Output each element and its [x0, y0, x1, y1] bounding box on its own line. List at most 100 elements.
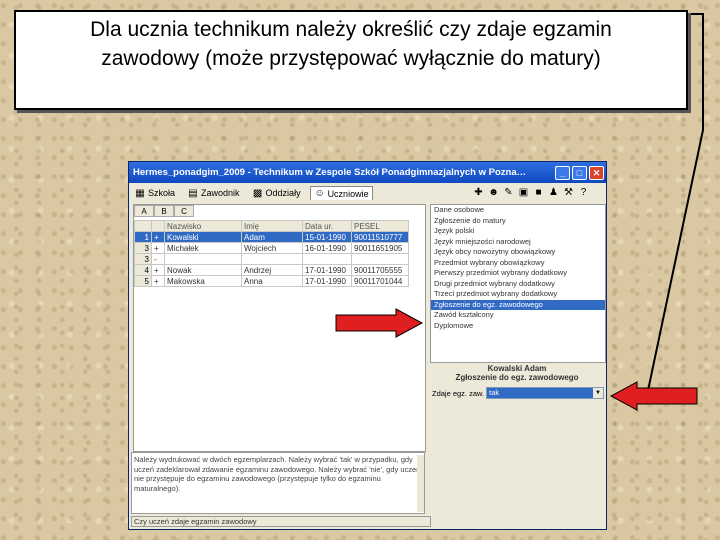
cell-pesel: 90011651905 — [351, 242, 409, 254]
table-row[interactable]: 3 - — [134, 253, 409, 265]
table-row[interactable]: 5 + Makowska Anna 17-01-1990 90011701044 — [134, 275, 409, 287]
cell-nazwisko: Kowalski — [164, 231, 242, 243]
arrow-icon — [609, 381, 698, 411]
close-button[interactable]: ✕ — [589, 165, 604, 180]
student-name: Kowalski Adam — [487, 364, 547, 373]
tab-label: Uczniowie — [327, 188, 369, 199]
edit-icon[interactable]: ✎ — [502, 186, 515, 199]
tools-icon[interactable]: ⚒ — [562, 186, 575, 199]
table-header: Nazwisko Imię Data ur. PESEL — [134, 220, 409, 232]
cell-data: 17-01-1990 — [302, 275, 352, 287]
col-header[interactable]: Nazwisko — [164, 220, 242, 232]
maximize-button[interactable]: □ — [572, 165, 587, 180]
students-table: Nazwisko Imię Data ur. PESEL 1 + Kowalsk… — [134, 220, 409, 287]
list-item-selected[interactable]: Zgłoszenie do egz. zawodowego — [431, 299, 605, 310]
save-icon[interactable]: ■ — [532, 186, 545, 199]
cell-pesel: 90011705555 — [351, 264, 409, 276]
letter-tab[interactable]: C — [174, 205, 194, 217]
list-item[interactable]: Dane osobowe — [431, 205, 605, 216]
table-row[interactable]: 1 + Kowalski Adam 15-01-1990 90011510777 — [134, 231, 409, 243]
tab-label: Zawodnik — [201, 188, 240, 198]
cell-nazwisko: Nowak — [164, 264, 242, 276]
row-marker: - — [151, 253, 165, 265]
combo-value[interactable]: tak — [487, 388, 593, 398]
row-marker: + — [151, 231, 165, 243]
tab-label: Szkoła — [148, 188, 176, 198]
cell-imie: Anna — [241, 275, 303, 287]
col-header — [151, 220, 165, 232]
row-number: 4 — [134, 264, 152, 276]
list-item[interactable]: Zgłoszenie do matury — [431, 216, 605, 227]
row-number: 1 — [134, 231, 152, 243]
cell-imie — [241, 253, 303, 265]
cell-data — [302, 253, 352, 265]
tab-label: Oddziały — [265, 188, 301, 198]
list-item[interactable]: Język mniejszości narodowej — [431, 237, 605, 248]
letter-tab[interactable]: B — [154, 205, 174, 217]
row-marker: + — [151, 264, 165, 276]
cell-nazwisko: Michałek — [164, 242, 242, 254]
application-window: Hermes_ponadgim_2009 - Technikum w Zespo… — [128, 161, 607, 530]
cell-data: 15-01-1990 — [302, 231, 352, 243]
add-icon[interactable]: ✚ — [472, 186, 485, 199]
col-header[interactable]: PESEL — [351, 220, 409, 232]
arrow-icon — [335, 308, 424, 338]
list-item[interactable]: Język polski — [431, 226, 605, 237]
row-number: 5 — [134, 275, 152, 287]
cell-data: 16-01-1990 — [302, 242, 352, 254]
instruction-callout: Dla ucznia technikum należy określić czy… — [14, 10, 688, 110]
chevron-down-icon[interactable]: ▼ — [593, 388, 603, 398]
list-item[interactable]: Trzeci przedmiot wybrany dodatkowy — [431, 289, 605, 300]
row-number: 3 — [134, 242, 152, 254]
notes-scrollbar[interactable] — [417, 455, 424, 512]
tab-oddzialy[interactable]: ▩ Oddziały — [249, 187, 304, 200]
list-item[interactable]: Przedmiot wybrany obowiązkowy — [431, 258, 605, 269]
letter-tabs: A B C — [134, 205, 425, 217]
cell-imie: Andrzej — [241, 264, 303, 276]
tab-zawodnik[interactable]: ▤ Zawodnik — [184, 187, 243, 200]
exam-select[interactable]: tak ▼ — [486, 387, 604, 399]
cell-imie: Wojciech — [241, 242, 303, 254]
row-marker: + — [151, 242, 165, 254]
minimize-button[interactable]: _ — [555, 165, 570, 180]
school-icon: ▦ — [135, 187, 145, 199]
col-header[interactable]: Data ur. — [302, 220, 352, 232]
callout-line-1: Dla ucznia technikum należy określić czy… — [90, 18, 612, 41]
cell-pesel: 90011701044 — [351, 275, 409, 287]
col-header[interactable]: Imię — [241, 220, 303, 232]
row-marker: + — [151, 275, 165, 287]
users-icon[interactable]: ☻ — [487, 186, 500, 199]
tab-uczniowie[interactable]: ☺ Uczniowie — [309, 186, 373, 200]
print-icon[interactable]: ▣ — [517, 186, 530, 199]
cell-imie: Adam — [241, 231, 303, 243]
window-titlebar: Hermes_ponadgim_2009 - Technikum w Zespo… — [129, 162, 606, 183]
group-icon: ▩ — [252, 187, 263, 199]
help-icon[interactable]: ? — [577, 186, 590, 199]
table-row[interactable]: 4 + Nowak Andrzej 17-01-1990 90011705555 — [134, 264, 409, 276]
window-title: Hermes_ponadgim_2009 - Technikum w Zespo… — [133, 167, 527, 178]
cell-nazwisko — [164, 253, 242, 265]
tab-szkola[interactable]: ▦ Szkoła — [131, 187, 178, 200]
list-item[interactable]: Dyplomowe — [431, 321, 605, 332]
student-info: Kowalski Adam Zgłoszenie do egz. zawodow… — [430, 364, 604, 382]
notes-area: Należy wydrukować w dwóch egzemplarzach.… — [131, 452, 425, 514]
list-item[interactable]: Drugi przedmiot wybrany dodatkowy — [431, 279, 605, 290]
callout-line-2: zawodowy (może przystępować wyłącznie do… — [101, 47, 601, 70]
col-header — [134, 220, 152, 232]
status-bar: Czy uczeń zdaje egzamin zawodowy — [131, 516, 431, 527]
book-icon: ▤ — [188, 187, 198, 199]
list-item[interactable]: Zawód kształcony — [431, 310, 605, 321]
sections-list: Dane osobowe Zgłoszenie do matury Język … — [430, 204, 606, 363]
cell-nazwisko: Makowska — [164, 275, 242, 287]
list-item[interactable]: Język obcy nowożytny obowiązkowy — [431, 247, 605, 258]
cell-pesel: 90011510777 — [351, 231, 409, 243]
list-item[interactable]: Pierwszy przedmiot wybrany dodatkowy — [431, 268, 605, 279]
student-icon: ☺ — [314, 188, 325, 199]
section-title: Zgłoszenie do egz. zawodowego — [455, 373, 579, 382]
combo-label: Zdaje egz. zaw. — [432, 388, 485, 398]
table-row[interactable]: 3 + Michałek Wojciech 16-01-1990 9001165… — [134, 242, 409, 254]
letter-tab[interactable]: A — [134, 205, 154, 217]
person-icon[interactable]: ♟ — [547, 186, 560, 199]
cell-data: 17-01-1990 — [302, 264, 352, 276]
exam-combo-row: Zdaje egz. zaw. tak ▼ — [432, 387, 604, 399]
